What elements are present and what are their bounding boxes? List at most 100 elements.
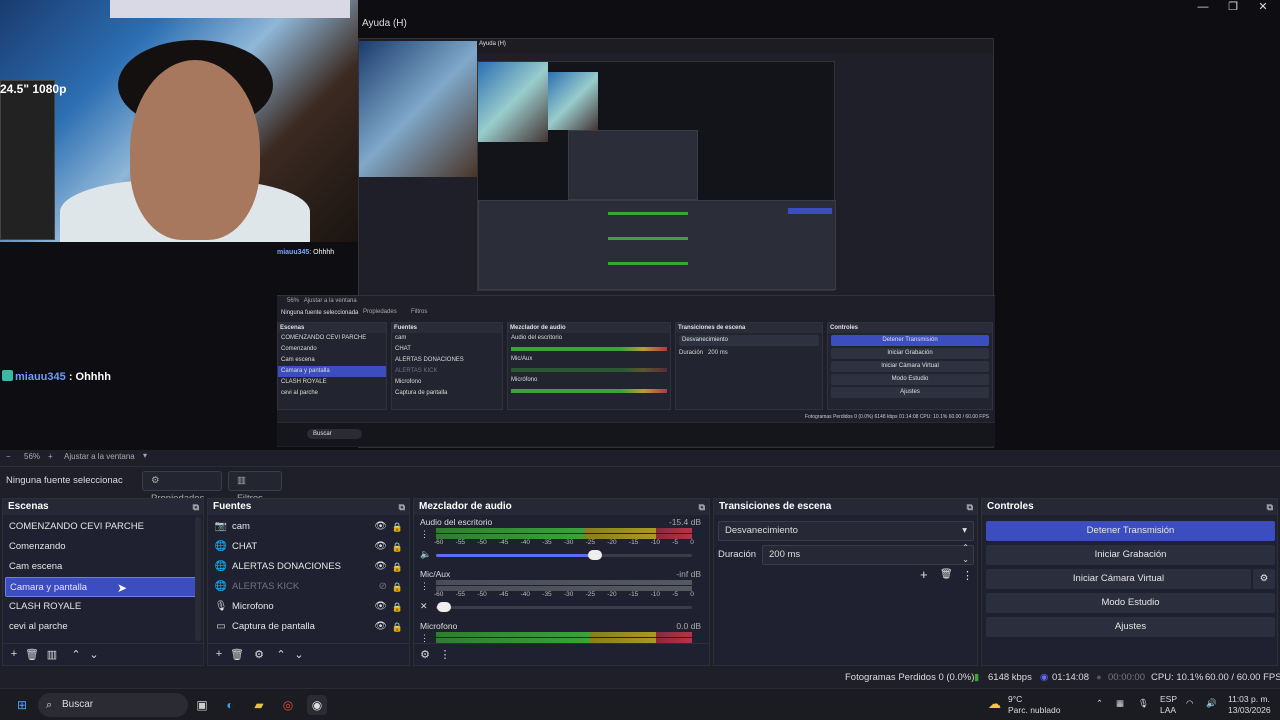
zoom-in-button[interactable]: + bbox=[48, 452, 53, 461]
maximize-button[interactable]: ❐ bbox=[1218, 0, 1248, 14]
clock-date[interactable]: 13/03/2026 bbox=[1228, 705, 1271, 715]
preview-canvas[interactable]: 24.5" 1080p Ayuda (H) — ❐ ✕ Ayuda (H) mi… bbox=[0, 0, 1280, 450]
add-icon[interactable]: + bbox=[212, 648, 226, 660]
taskbar-search[interactable]: ⌕ Buscar bbox=[38, 693, 188, 717]
lock-icon[interactable]: 🔒 bbox=[392, 577, 403, 597]
undock-icon[interactable]: ⧉ bbox=[967, 499, 973, 515]
eye-off-icon[interactable]: ⊘ bbox=[379, 577, 387, 597]
speaker-icon[interactable]: 🔈 bbox=[420, 549, 431, 560]
nested-taskbar: Buscar bbox=[277, 422, 995, 446]
scenes-scrollbar[interactable] bbox=[195, 517, 201, 641]
gear-icon[interactable]: ⚙ bbox=[1253, 569, 1275, 589]
keyboard-layout[interactable]: LAA bbox=[1160, 705, 1176, 715]
lock-icon[interactable]: 🔒 bbox=[392, 557, 403, 577]
volume-knob[interactable] bbox=[437, 602, 451, 612]
more-vertical-icon[interactable]: ⋮ bbox=[438, 648, 452, 661]
source-item[interactable]: ▭ Captura de pantalla 👁 🔒 bbox=[208, 617, 409, 637]
add-icon[interactable]: + bbox=[920, 567, 928, 582]
source-item-hidden[interactable]: 🌐 ALERTAS KICK ⊘ 🔒 bbox=[208, 577, 409, 597]
folder-icon[interactable]: ▰ bbox=[249, 695, 269, 715]
level-meter bbox=[436, 632, 692, 637]
windows-start-icon[interactable]: ⊞ bbox=[12, 695, 32, 715]
task-view-icon[interactable]: ▣ bbox=[192, 695, 212, 715]
lock-icon[interactable]: 🔒 bbox=[392, 537, 403, 557]
chrome-icon[interactable]: ◎ bbox=[278, 695, 298, 715]
obs-icon[interactable]: ◉ bbox=[307, 695, 327, 715]
undock-icon[interactable]: ⧉ bbox=[193, 499, 199, 515]
chevron-up-icon[interactable]: ⌃ bbox=[1096, 698, 1103, 709]
edge-icon[interactable]: ◐ bbox=[220, 695, 240, 715]
add-icon[interactable]: + bbox=[7, 648, 21, 660]
chevron-down-icon[interactable]: ▾ bbox=[143, 451, 147, 460]
move-up-icon[interactable]: ⌃ bbox=[69, 648, 83, 661]
undock-icon[interactable]: ⧉ bbox=[399, 499, 405, 515]
undock-icon[interactable]: ⧉ bbox=[1267, 499, 1273, 515]
move-up-icon[interactable]: ⌃ bbox=[274, 648, 288, 661]
nested-ctl: Iniciar Grabación bbox=[831, 348, 989, 359]
lock-icon[interactable]: 🔒 bbox=[392, 597, 403, 617]
more-vertical-icon[interactable]: ⋮ bbox=[420, 581, 429, 592]
stepper-icon[interactable]: ⌃ ⌄ bbox=[962, 542, 969, 566]
network-icon[interactable]: ▦ bbox=[1116, 698, 1124, 709]
scene-item[interactable]: COMENZANDO CEVI PARCHE bbox=[3, 517, 203, 537]
properties-button[interactable]: ⚙ Propiedades bbox=[142, 471, 222, 504]
undock-icon[interactable]: ⧉ bbox=[699, 499, 705, 515]
scene-item[interactable]: CLASH ROYALE bbox=[3, 597, 203, 617]
source-item[interactable]: 🎙 Microfono 👁 🔒 bbox=[208, 597, 409, 617]
minimize-button[interactable]: — bbox=[1188, 0, 1218, 14]
eye-icon[interactable]: 👁 bbox=[374, 617, 387, 637]
nested-meter bbox=[511, 368, 667, 372]
clock-time[interactable]: 11:03 p. m. bbox=[1228, 694, 1270, 704]
wifi-icon[interactable]: ◠ bbox=[1186, 698, 1193, 709]
volume-slider[interactable] bbox=[436, 602, 692, 612]
trash-icon[interactable]: 🗑 bbox=[25, 648, 39, 661]
duration-input[interactable]: 200 ms ⌃ ⌄ bbox=[762, 542, 974, 566]
scene-item[interactable]: Comenzando bbox=[3, 537, 203, 557]
settings-button[interactable]: Ajustes bbox=[986, 617, 1275, 637]
more-vertical-icon[interactable]: ⋮ bbox=[420, 529, 429, 540]
mute-icon[interactable]: ✕ bbox=[420, 601, 428, 612]
scene-item[interactable]: cevi al parche bbox=[3, 617, 203, 637]
stop-stream-button[interactable]: Detener Transmisión bbox=[986, 521, 1275, 541]
language-code[interactable]: ESP bbox=[1160, 694, 1177, 704]
filter-icon[interactable]: ▥ bbox=[45, 648, 59, 661]
start-virtual-camera-button[interactable]: Iniciar Cámara Virtual bbox=[986, 569, 1251, 589]
chat-user: miauu345 bbox=[15, 371, 66, 383]
lock-icon[interactable]: 🔒 bbox=[392, 617, 403, 637]
microphone-icon[interactable]: 🎙 bbox=[1138, 698, 1149, 709]
scene-item[interactable]: Cam escena bbox=[3, 557, 203, 577]
move-down-icon[interactable]: ⌄ bbox=[292, 648, 306, 661]
eye-icon[interactable]: 👁 bbox=[374, 597, 387, 617]
more-vertical-icon[interactable]: ⋮ bbox=[962, 569, 973, 582]
menu-help[interactable]: Ayuda (H) bbox=[362, 18, 407, 29]
scene-item-selected[interactable]: Camara y pantalla bbox=[5, 577, 199, 597]
start-recording-button[interactable]: Iniciar Grabación bbox=[986, 545, 1275, 565]
inner-block-1 bbox=[568, 130, 698, 200]
trash-icon[interactable]: 🗑 bbox=[230, 648, 244, 661]
lock-icon[interactable]: 🔒 bbox=[392, 517, 403, 537]
volume-icon[interactable]: 🔊 bbox=[1206, 698, 1217, 709]
nested-search: Buscar bbox=[307, 429, 362, 439]
source-item[interactable]: 📷 cam 👁 🔒 bbox=[208, 517, 409, 537]
volume-slider[interactable] bbox=[436, 550, 692, 560]
chat-badge-icon bbox=[2, 370, 13, 381]
fit-window-dropdown[interactable]: Ajustar a la ventana bbox=[64, 452, 135, 461]
studio-mode-button[interactable]: Modo Estudio bbox=[986, 593, 1275, 613]
mouse-cursor-icon: ➤ bbox=[117, 581, 128, 595]
filters-button[interactable]: ▥ Filtros bbox=[228, 471, 282, 504]
source-item[interactable]: 🌐 CHAT 👁 🔒 bbox=[208, 537, 409, 557]
source-item[interactable]: 🌐 ALERTAS DONACIONES 👁 🔒 bbox=[208, 557, 409, 577]
close-button[interactable]: ✕ bbox=[1248, 0, 1278, 14]
move-down-icon[interactable]: ⌄ bbox=[87, 648, 101, 661]
meter-tick: -55 bbox=[455, 539, 466, 546]
trash-icon[interactable]: 🗑 bbox=[940, 569, 953, 580]
eye-icon[interactable]: 👁 bbox=[374, 557, 387, 577]
gear-icon[interactable]: ⚙ bbox=[252, 648, 266, 661]
transition-select[interactable]: Desvanecimiento ▾ bbox=[718, 521, 974, 541]
meter-tick: -20 bbox=[607, 539, 617, 546]
eye-icon[interactable]: 👁 bbox=[374, 537, 387, 557]
eye-icon[interactable]: 👁 bbox=[374, 517, 387, 537]
volume-knob[interactable] bbox=[588, 550, 602, 560]
zoom-out-button[interactable]: − bbox=[6, 452, 11, 461]
gear-icon[interactable]: ⚙ bbox=[418, 648, 432, 661]
